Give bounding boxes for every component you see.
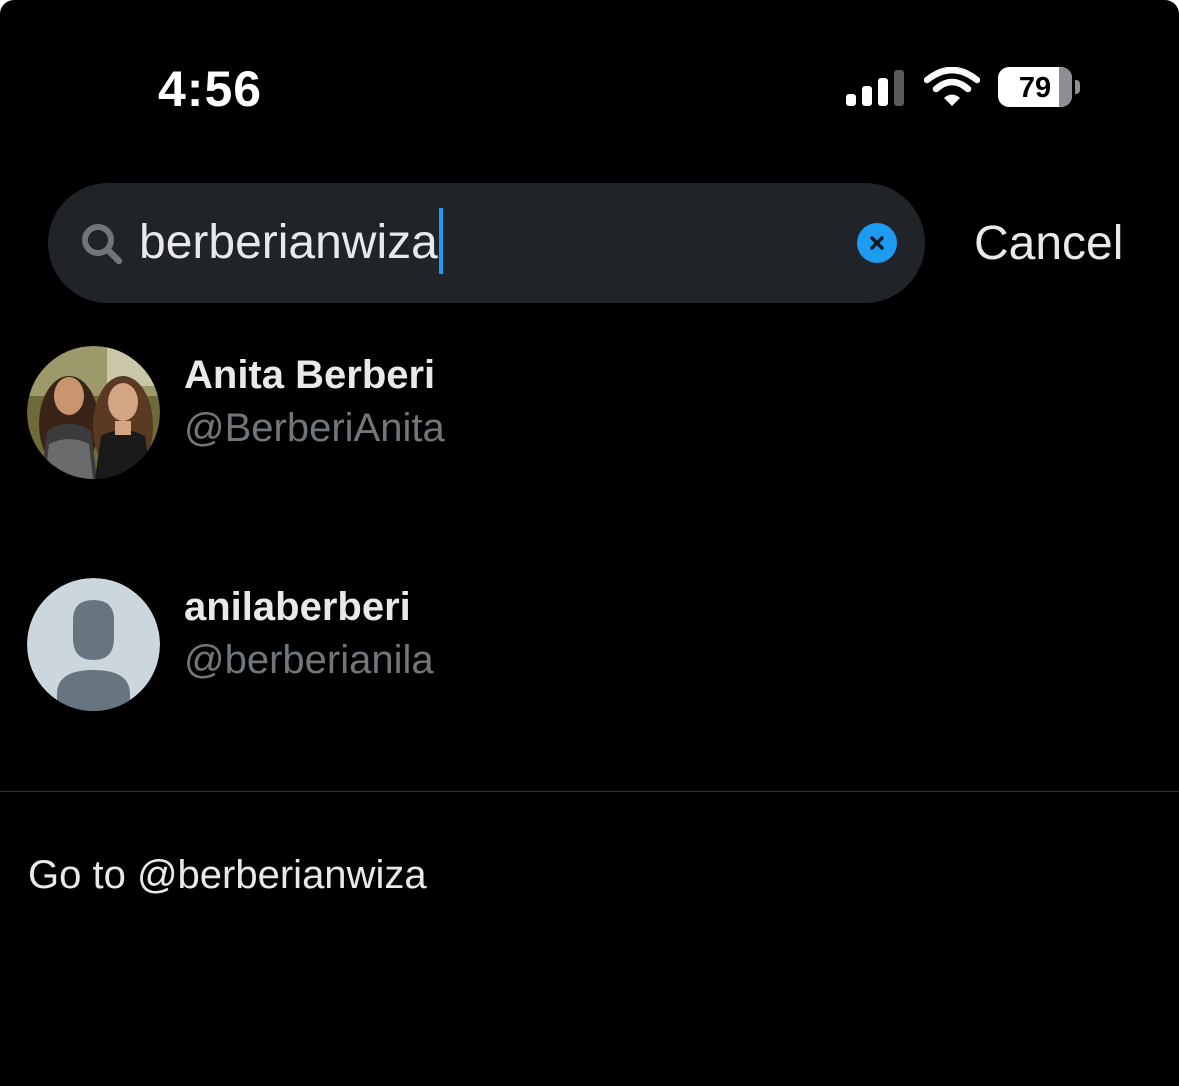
- close-icon: [870, 236, 884, 250]
- result-display-name: Anita Berberi: [184, 353, 436, 397]
- result-handle: @BerberiAnita: [184, 406, 445, 450]
- status-time: 4:56: [158, 61, 263, 117]
- search-result-row[interactable]: anilaberberi @berberianila: [0, 572, 1179, 732]
- battery-level: 79: [1018, 72, 1052, 104]
- search-result-row[interactable]: Anita Berberi @BerberiAnita: [0, 340, 1179, 500]
- cellular-signal-icon: [846, 70, 904, 106]
- battery-cap: [1075, 80, 1080, 94]
- clear-search-button[interactable]: [857, 223, 897, 263]
- result-handle: @berberianila: [184, 638, 434, 682]
- divider: [0, 791, 1179, 792]
- search-query-text: berberianwiza: [139, 216, 438, 269]
- text-cursor: [438, 208, 443, 275]
- search-screen: 4:56 79 berberianwiza Cancel Anita Berbe…: [0, 0, 1179, 1086]
- default-avatar-icon: [27, 578, 160, 711]
- cancel-button[interactable]: Cancel: [974, 214, 1123, 274]
- avatar: [27, 346, 160, 479]
- search-icon: [82, 224, 123, 265]
- battery-body: 79: [998, 67, 1072, 107]
- battery-icon: 79: [998, 67, 1082, 107]
- wifi-icon: [924, 67, 980, 106]
- result-display-name: anilaberberi: [184, 585, 411, 629]
- search-query-field[interactable]: berberianwiza: [139, 208, 443, 275]
- go-to-profile-link[interactable]: Go to @berberianwiza: [28, 848, 427, 902]
